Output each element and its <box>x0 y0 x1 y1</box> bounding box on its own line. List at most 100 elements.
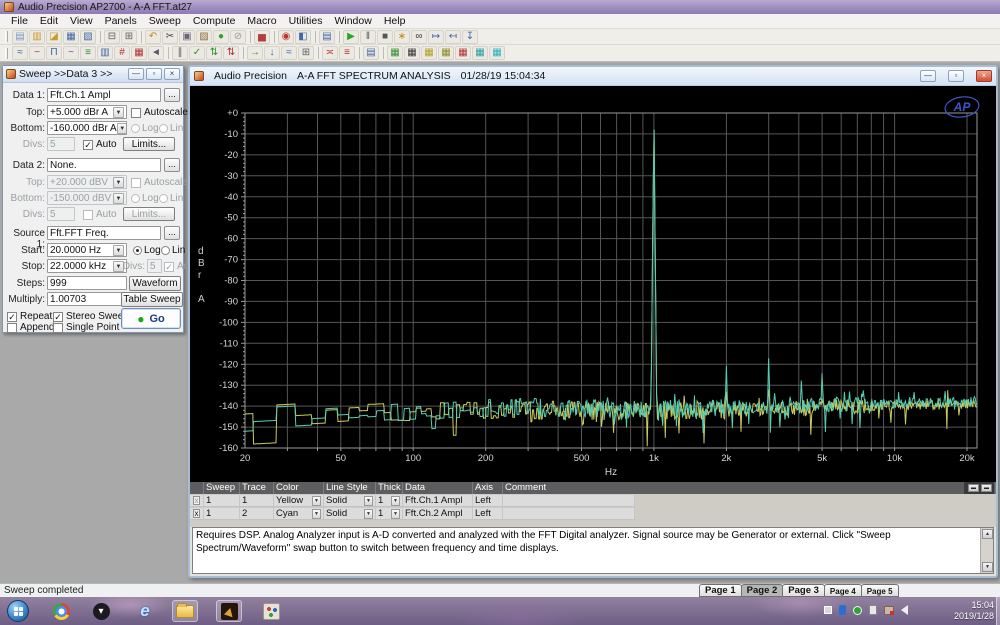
scroll-down-icon[interactable]: ▼ <box>982 562 993 572</box>
learn-mode-icon[interactable]: ≡ <box>339 46 355 60</box>
data-grid-red-icon[interactable]: ▦ <box>455 46 471 60</box>
start-combo[interactable]: 20.0000 Hz ▼ <box>47 243 127 257</box>
menu-macro[interactable]: Macro <box>241 14 282 28</box>
tab-page-4[interactable]: Page 4 <box>823 584 862 597</box>
data1-auto-checkbox[interactable]: ✓ Auto <box>83 139 117 150</box>
cut-icon[interactable]: ✂ <box>162 29 178 44</box>
trace-row-2[interactable]: x 1 2 Cyan ▼ Solid ▼ 1 ▼ Fft.Ch.2 Ampl Left <box>190 508 635 520</box>
data-grid-dark-icon[interactable]: ▦ <box>404 46 420 60</box>
bar-meter-red-icon[interactable]: ⇅ <box>223 46 239 60</box>
data2-input[interactable]: None. <box>47 158 161 172</box>
analog-generator-icon[interactable]: ~ <box>29 46 45 60</box>
scroll-up-icon[interactable]: ▲ <box>982 529 993 539</box>
toolbar-grip[interactable] <box>5 31 8 42</box>
probe-icon[interactable]: ✓ <box>189 46 205 60</box>
comment-scrollbar[interactable]: ▲ ▼ <box>980 528 993 573</box>
step-into-icon[interactable]: ↦ <box>428 29 444 44</box>
regulation-panel-icon[interactable]: ≍ <box>322 46 338 60</box>
data1-bottom-combo[interactable]: -160.000 dBr A ▼ <box>47 121 127 135</box>
data-grid-teal-icon[interactable]: ▦ <box>472 46 488 60</box>
data1-autoscale-checkbox[interactable]: Autoscale <box>131 107 188 118</box>
print-icon[interactable]: ⊟ <box>104 29 120 44</box>
graph-titlebar[interactable]: Audio Precision A-A FFT SPECTRUM ANALYSI… <box>190 67 996 86</box>
waveform-button[interactable]: Waveform <box>129 276 181 291</box>
paint-taskbar-icon[interactable] <box>258 600 284 622</box>
single-point-checkbox[interactable]: Single Point <box>53 322 119 333</box>
sweep-panel-titlebar[interactable]: Sweep >>Data 3 >> — ▫ × <box>3 66 183 83</box>
close-icon[interactable]: × <box>976 70 992 82</box>
data-grid-olive-icon[interactable]: ▦ <box>438 46 454 60</box>
menu-help[interactable]: Help <box>378 14 412 28</box>
chevron-down-icon[interactable]: ▼ <box>364 495 373 506</box>
browser-taskbar-icon[interactable]: ▾ <box>88 600 114 622</box>
menu-utilities[interactable]: Utilities <box>283 14 329 28</box>
chevron-down-icon[interactable]: ▼ <box>391 495 400 506</box>
multiply-input[interactable]: 1.00703 <box>47 292 127 306</box>
save-as-icon[interactable]: ▧ <box>80 29 96 44</box>
steps-input[interactable]: 999 <box>47 276 127 290</box>
minimize-icon[interactable]: — <box>128 68 144 80</box>
macro-editor-icon[interactable]: ▤ <box>319 29 335 44</box>
fft-plot[interactable]: +0 -10 -20 -30 -40 -50 -60 -70 -80 -90 -100 -110 -12… <box>190 86 996 482</box>
menu-compute[interactable]: Compute <box>187 14 242 28</box>
taskbar-clock[interactable]: 15:04 2019/1/28 <box>954 600 994 622</box>
scroll-right-button[interactable]: ▬ <box>981 484 992 492</box>
sweep-start-icon[interactable]: → <box>247 46 263 60</box>
network-icon[interactable] <box>884 605 894 615</box>
close-icon[interactable]: × <box>164 68 180 80</box>
append-test-icon[interactable]: ◪ <box>46 29 62 44</box>
menu-edit[interactable]: Edit <box>34 14 64 28</box>
log-file-icon[interactable]: ▤ <box>363 46 379 60</box>
bar-meter-green-icon[interactable]: ⇅ <box>206 46 222 60</box>
source1-input[interactable]: Fft.FFT Freq. <box>47 226 161 240</box>
tab-page-3[interactable]: Page 3 <box>782 584 825 597</box>
sweep-append-icon[interactable]: ↓ <box>264 46 280 60</box>
bluetooth-icon[interactable] <box>839 605 846 615</box>
trace-table-scrollbar[interactable]: ▬ ▬ <box>964 482 994 494</box>
source1-browse-button[interactable]: ... <box>164 226 180 240</box>
update-ok-icon[interactable] <box>853 605 862 615</box>
maximize-icon[interactable]: ▫ <box>948 70 964 82</box>
maximize-icon[interactable]: ▫ <box>146 68 162 80</box>
menu-window[interactable]: Window <box>328 14 377 28</box>
chevron-down-icon[interactable]: ▼ <box>364 508 373 519</box>
sweep-stop-icon[interactable]: ⊘ <box>230 29 246 44</box>
paste-icon[interactable]: ▨ <box>196 29 212 44</box>
step-out-icon[interactable]: ↧ <box>462 29 478 44</box>
print-preview-icon[interactable]: ⊞ <box>121 29 137 44</box>
source-lin-radio[interactable]: Lin <box>161 245 185 256</box>
ap2700-taskbar-icon[interactable] <box>216 600 242 622</box>
macro-hand-icon[interactable]: ∗ <box>394 29 410 44</box>
trace-row-1[interactable]: x 1 1 Yellow ▼ Solid ▼ 1 ▼ Fft.Ch.1 Ampl Le… <box>190 495 635 507</box>
mouse-trigger-icon[interactable]: ◉ <box>278 29 294 44</box>
graph-panel-icon[interactable]: ≈ <box>281 46 297 60</box>
fft-panel-icon[interactable]: Π <box>46 46 62 60</box>
macro-stop-icon[interactable]: ■ <box>377 29 393 44</box>
chevron-down-icon[interactable]: ▼ <box>391 508 400 519</box>
settling-panel-icon[interactable]: ≡ <box>80 46 96 60</box>
status-bits-icon[interactable]: ▦ <box>131 46 147 60</box>
menu-view[interactable]: View <box>64 14 99 28</box>
sweep-go-icon[interactable]: ● <box>213 29 229 44</box>
macro-pause-icon[interactable]: ‖ <box>360 29 376 44</box>
ie-taskbar-icon[interactable]: e <box>132 600 158 622</box>
data1-input[interactable]: Fft.Ch.1 Ampl <box>47 88 161 102</box>
menu-sweep[interactable]: Sweep <box>143 14 187 28</box>
minimize-icon[interactable]: — <box>920 70 936 82</box>
tray-show-icons-icon[interactable] <box>824 606 832 614</box>
chevron-down-icon[interactable]: ▼ <box>312 508 321 519</box>
clipboard-icon[interactable] <box>869 605 877 615</box>
digital-io-icon[interactable]: # <box>114 46 130 60</box>
volume-icon[interactable] <box>901 605 908 615</box>
data-grid-yellow-icon[interactable]: ▦ <box>421 46 437 60</box>
data2-browse-button[interactable]: ... <box>164 158 180 172</box>
data1-top-combo[interactable]: +5.000 dBr A ▼ <box>47 105 127 119</box>
stop-combo[interactable]: 22.0000 kHz ▼ <box>47 259 127 273</box>
start-button[interactable] <box>7 600 29 622</box>
append-checkbox[interactable]: Append <box>7 322 54 333</box>
scroll-left-button[interactable]: ▬ <box>968 484 979 492</box>
dcx-panel-icon[interactable]: ▥ <box>97 46 113 60</box>
color-graph-icon[interactable]: ▅ <box>254 29 270 44</box>
step-over-icon[interactable]: ↤ <box>445 29 461 44</box>
barcode-panel-icon[interactable]: ∥ <box>172 46 188 60</box>
